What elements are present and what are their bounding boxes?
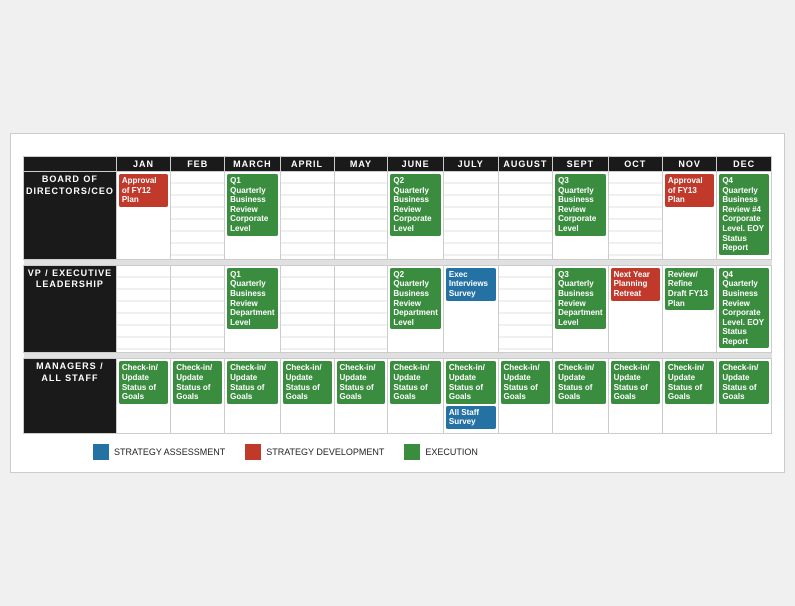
legend-item-green: EXECUTION (404, 444, 478, 460)
event-block: Q1 Quarterly Business Review Corporate L… (227, 174, 277, 236)
cell-2-11: Check-in/ Update Status of Goals (717, 359, 772, 434)
cell-0-11: Q4 Quarterly Business Review #4 Corporat… (717, 171, 772, 259)
cell-2-6: Check-in/ Update Status of Goals All Staf… (443, 359, 498, 434)
event-block: Exec Interviews Survey (446, 268, 496, 301)
event-block: All Staff Survey (446, 406, 496, 429)
event-block: Check-in/ Update Status of Goals (390, 361, 440, 403)
event-block: Q1 Quarterly Business Review Department … (227, 268, 277, 330)
event-block: Check-in/ Update Status of Goals (665, 361, 714, 403)
event-block: Q3 Quarterly Business Review Department … (555, 268, 605, 330)
event-block: Check-in/ Update Status of Goals (719, 361, 769, 403)
cell-1-0 (116, 265, 170, 353)
event-block: Q2 Quarterly Business Review Department … (390, 268, 440, 330)
row-label-2: MANAGERS / ALL STAFF (24, 359, 117, 434)
cell-2-5: Check-in/ Update Status of Goals (388, 359, 443, 434)
legend-color-red (245, 444, 261, 460)
main-container: JANFEBMARCHAPRILMAYJUNEJULYAUGUSTSEPTOCT… (10, 133, 785, 473)
legend-label-blue: STRATEGY ASSESSMENT (114, 447, 225, 457)
cell-1-11: Q4 Quarterly Business Review Corporate L… (717, 265, 772, 353)
event-block: Check-in/ Update Status of Goals (119, 361, 168, 403)
cell-1-6: Exec Interviews Survey (443, 265, 498, 353)
legend-label-green: EXECUTION (425, 447, 478, 457)
event-block: Next Year Planning Retreat (611, 268, 660, 301)
cell-1-7 (498, 265, 553, 353)
month-header-dec: DEC (717, 156, 772, 171)
event-block: Check-in/ Update Status of Goals (283, 361, 332, 403)
cell-2-3: Check-in/ Update Status of Goals (280, 359, 334, 434)
event-block: Review/ Refine Draft FY13 Plan (665, 268, 714, 310)
cell-0-6 (443, 171, 498, 259)
legend-item-red: STRATEGY DEVELOPMENT (245, 444, 384, 460)
event-block: Check-in/ Update Status of Goals (173, 361, 222, 403)
cell-1-4 (334, 265, 388, 353)
event-block: Approval of FY12 Plan (119, 174, 168, 207)
cell-1-5: Q2 Quarterly Business Review Department … (388, 265, 443, 353)
cell-1-9: Next Year Planning Retreat (608, 265, 662, 353)
header-row: JANFEBMARCHAPRILMAYJUNEJULYAUGUSTSEPTOCT… (24, 156, 772, 171)
event-block: Check-in/ Update Status of Goals (501, 361, 551, 403)
cell-0-9 (608, 171, 662, 259)
cell-0-5: Q2 Quarterly Business Review Corporate L… (388, 171, 443, 259)
cell-0-7 (498, 171, 553, 259)
legend-item-blue: STRATEGY ASSESSMENT (93, 444, 225, 460)
cell-2-10: Check-in/ Update Status of Goals (662, 359, 716, 434)
month-header-nov: NOV (662, 156, 716, 171)
event-block: Q2 Quarterly Business Review Corporate L… (390, 174, 440, 236)
calendar-row-2: MANAGERS / ALL STAFFCheck-in/ Update Sta… (24, 359, 772, 434)
cell-1-10: Review/ Refine Draft FY13 Plan (662, 265, 716, 353)
row-label-0: BOARD OF DIRECTORS/CEO (24, 171, 117, 259)
cell-0-3 (280, 171, 334, 259)
cell-1-8: Q3 Quarterly Business Review Department … (553, 265, 608, 353)
month-header-march: MARCH (225, 156, 280, 171)
cell-0-2: Q1 Quarterly Business Review Corporate L… (225, 171, 280, 259)
event-block: Q4 Quarterly Business Review #4 Corporat… (719, 174, 769, 255)
month-header-august: AUGUST (498, 156, 553, 171)
cell-0-10: Approval of FY13 Plan (662, 171, 716, 259)
event-block: Q4 Quarterly Business Review Corporate L… (719, 268, 769, 349)
cell-1-1 (171, 265, 225, 353)
event-block: Check-in/ Update Status of Goals (611, 361, 660, 403)
month-header-sept: SEPT (553, 156, 608, 171)
calendar-row-1: VP / EXECUTIVE LEADERSHIP Q1 Quarterly Bu… (24, 265, 772, 353)
month-header-jan: JAN (116, 156, 170, 171)
month-header-may: MAY (334, 156, 388, 171)
cell-2-4: Check-in/ Update Status of Goals (334, 359, 388, 434)
cell-2-8: Check-in/ Update Status of Goals (553, 359, 608, 434)
cell-2-2: Check-in/ Update Status of Goals (225, 359, 280, 434)
cell-0-4 (334, 171, 388, 259)
event-block: Approval of FY13 Plan (665, 174, 714, 207)
empty-header (24, 156, 117, 171)
row-label-1: VP / EXECUTIVE LEADERSHIP (24, 265, 117, 353)
cell-2-1: Check-in/ Update Status of Goals (171, 359, 225, 434)
event-block: Check-in/ Update Status of Goals (337, 361, 386, 403)
legend-color-green (404, 444, 420, 460)
event-block: Q3 Quarterly Business Review Corporate L… (555, 174, 605, 236)
event-block: Check-in/ Update Status of Goals (227, 361, 277, 403)
calendar-table: JANFEBMARCHAPRILMAYJUNEJULYAUGUSTSEPTOCT… (23, 156, 772, 434)
month-header-oct: OCT (608, 156, 662, 171)
cell-0-8: Q3 Quarterly Business Review Corporate L… (553, 171, 608, 259)
calendar-row-0: BOARD OF DIRECTORS/CEOApproval of FY12 P… (24, 171, 772, 259)
cell-1-2: Q1 Quarterly Business Review Department … (225, 265, 280, 353)
cell-0-1 (171, 171, 225, 259)
cell-2-0: Check-in/ Update Status of Goals (116, 359, 170, 434)
month-header-feb: FEB (171, 156, 225, 171)
legend-color-blue (93, 444, 109, 460)
cell-2-9: Check-in/ Update Status of Goals (608, 359, 662, 434)
month-header-june: JUNE (388, 156, 443, 171)
month-header-april: APRIL (280, 156, 334, 171)
month-header-july: JULY (443, 156, 498, 171)
cell-2-7: Check-in/ Update Status of Goals (498, 359, 553, 434)
legend-label-red: STRATEGY DEVELOPMENT (266, 447, 384, 457)
event-block: Check-in/ Update Status of Goals (446, 361, 496, 403)
cell-0-0: Approval of FY12 Plan (116, 171, 170, 259)
cell-1-3 (280, 265, 334, 353)
legend: STRATEGY ASSESSMENT STRATEGY DEVELOPMENT E… (23, 444, 772, 460)
event-block: Check-in/ Update Status of Goals (555, 361, 605, 403)
